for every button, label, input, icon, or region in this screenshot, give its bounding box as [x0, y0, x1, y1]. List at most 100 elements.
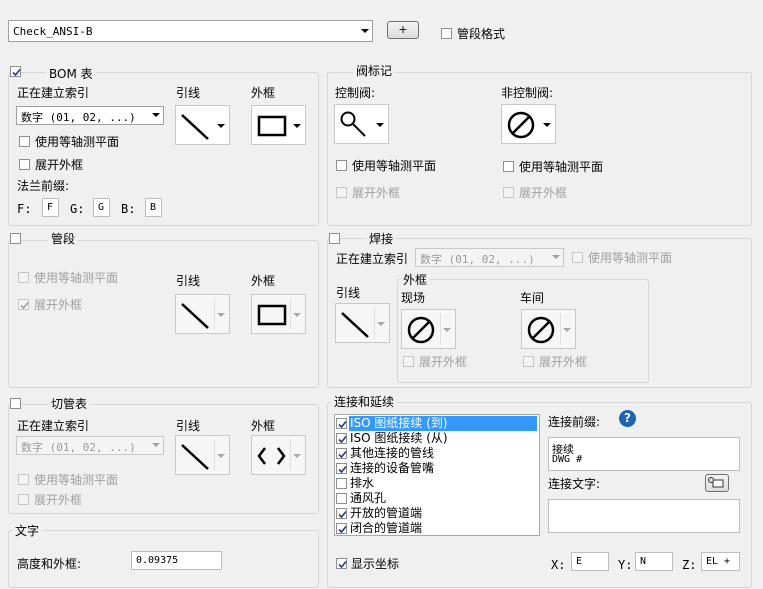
bom-expand-label: 展开外框 [35, 158, 84, 172]
cut-indexing-select[interactable]: 数字 (01, 02, ...) [16, 436, 164, 455]
pipe-enable-checkbox[interactable] [10, 233, 21, 244]
conn-item-checkbox[interactable] [336, 433, 347, 444]
pipe-isometric-label: 使用等轴测平面 [34, 271, 119, 285]
conn-list-item[interactable]: ISO 图纸接续 (从) [335, 431, 538, 446]
bom-indexing-value: 数字 (01, 02, ...) [21, 111, 136, 124]
bom-indexing-select[interactable]: 数字 (01, 02, ...) [16, 106, 164, 125]
check-icon [20, 301, 29, 310]
conn-item-label: ISO 图纸接续 (从) [350, 431, 448, 445]
cut-expand-checkbox[interactable] [18, 494, 29, 505]
conn-item-checkbox[interactable] [336, 493, 347, 504]
conn-text-textarea[interactable] [548, 499, 740, 533]
valve-noncontrol-isometric-checkbox[interactable] [503, 161, 514, 172]
coord-z-input[interactable]: EL + [701, 552, 740, 571]
pipe-frame-picker[interactable] [251, 294, 306, 334]
conn-list-item[interactable]: 开放的管道端 [335, 506, 538, 521]
chevron-down-icon [293, 313, 301, 317]
bom-enable-checkbox[interactable] [10, 66, 21, 77]
coord-x-value: E [576, 556, 583, 567]
text-height-input[interactable]: 0.09375 [131, 551, 222, 570]
check-icon [12, 68, 21, 77]
bom-frame-picker[interactable] [251, 105, 306, 145]
picker-separator [290, 298, 291, 330]
valve-noncontrol-expand-checkbox[interactable] [503, 187, 514, 198]
conn-list-item[interactable]: 排水 [335, 476, 538, 491]
valve-control-isometric-checkbox[interactable] [336, 160, 347, 171]
conn-listbox[interactable]: ISO 图纸接续 (到) ISO 图纸接续 (从) 其他连接的管线 连接的设备管嘴 排水… [334, 414, 540, 536]
chevron-down-icon [376, 123, 384, 127]
conn-list-item[interactable]: 通风孔 [335, 491, 538, 506]
weld-shop-expand-label: 展开外框 [539, 355, 588, 369]
flange-g-input[interactable]: G [93, 198, 110, 217]
bom-leader-picker[interactable] [175, 105, 230, 145]
conn-prefix-textarea[interactable]: 接续 DWG # [548, 437, 740, 471]
cut-leader-picker[interactable] [175, 435, 230, 475]
help-icon[interactable]: ? [619, 410, 636, 427]
weld-leader-label: 引线 [336, 286, 361, 300]
conn-item-checkbox[interactable] [336, 463, 347, 474]
rectangle-frame-icon [257, 304, 287, 326]
pipe-format-checkbox[interactable] [441, 28, 452, 39]
conn-item-label: ISO 图纸接续 (到) [349, 416, 537, 431]
bom-expand-checkbox[interactable] [19, 159, 30, 170]
coord-x-input[interactable]: E [571, 552, 609, 571]
cut-isometric-checkbox[interactable] [18, 474, 29, 485]
conn-item-checkbox[interactable] [336, 523, 347, 534]
coord-z-label: Z: [682, 558, 697, 572]
picker-separator [440, 313, 441, 345]
insert-field-button[interactable] [705, 474, 729, 492]
weld-leader-picker[interactable] [335, 303, 390, 343]
bom-isometric-checkbox[interactable] [19, 136, 30, 147]
add-button-label: + [398, 23, 408, 36]
flange-b-input[interactable]: B [145, 198, 162, 217]
weld-enable-checkbox[interactable] [329, 233, 340, 244]
pipe-expand-checkbox[interactable] [18, 299, 29, 310]
conn-list-item[interactable]: 闭合的管道端 [335, 521, 538, 536]
weld-field-picker[interactable] [401, 309, 456, 349]
weld-field-expand-checkbox[interactable] [403, 356, 414, 367]
conn-list-item[interactable]: 其他连接的管线 [335, 446, 538, 461]
valve-control-expand-checkbox[interactable] [336, 187, 347, 198]
style-select-value: Check_ANSI-B [13, 25, 93, 38]
coord-y-value: N [640, 556, 647, 567]
weld-isometric-checkbox[interactable] [572, 252, 583, 263]
conn-item-checkbox[interactable] [336, 508, 347, 519]
text-height-value: 0.09375 [136, 555, 179, 566]
weld-indexing-select[interactable]: 数字 (01, 02, ...) [415, 248, 564, 267]
add-style-button[interactable]: + [387, 21, 419, 39]
chevron-down-icon [443, 328, 451, 332]
picker-separator [560, 313, 561, 345]
show-coords-checkbox[interactable] [336, 558, 347, 569]
weld-shop-picker[interactable] [521, 309, 576, 349]
control-valve-picker[interactable] [334, 104, 389, 144]
noncontrol-valve-picker[interactable] [501, 104, 556, 144]
pipe-leader-picker[interactable] [175, 294, 230, 334]
pipe-isometric-checkbox[interactable] [18, 272, 29, 283]
chevron-down-icon [217, 124, 225, 128]
conn-list-item[interactable]: ISO 图纸接续 (到) [335, 416, 538, 431]
conn-item-checkbox[interactable] [336, 418, 347, 429]
coord-y-input[interactable]: N [635, 552, 673, 571]
chevron-down-icon [377, 322, 385, 326]
weld-shop-expand-checkbox[interactable] [523, 356, 534, 367]
conn-item-checkbox[interactable] [336, 478, 347, 489]
cut-frame-picker[interactable] [251, 435, 306, 475]
cut-enable-checkbox[interactable] [10, 398, 21, 409]
check-icon [338, 525, 347, 534]
conn-list-item[interactable]: 连接的设备管嘴 [335, 461, 538, 476]
bom-leader-label: 引线 [176, 86, 201, 100]
noncontrol-valve-label: 非控制阀: [501, 86, 554, 100]
weld-title: 焊接 [366, 230, 397, 247]
cut-expand-label: 展开外框 [34, 493, 83, 507]
angle-brackets-icon [257, 447, 286, 465]
chevron-down-icon [152, 113, 160, 117]
show-coords-label: 显示坐标 [351, 557, 400, 571]
valve-noncontrol-expand-label: 展开外框 [519, 186, 568, 200]
check-icon [338, 435, 347, 444]
conn-item-label: 闭合的管道端 [350, 521, 423, 535]
bom-indexing-label: 正在建立索引 [17, 86, 90, 100]
weld-isometric-label: 使用等轴测平面 [588, 251, 673, 265]
conn-item-checkbox[interactable] [336, 448, 347, 459]
flange-f-input[interactable]: F [42, 198, 59, 217]
style-select[interactable]: Check_ANSI-B [8, 20, 373, 42]
